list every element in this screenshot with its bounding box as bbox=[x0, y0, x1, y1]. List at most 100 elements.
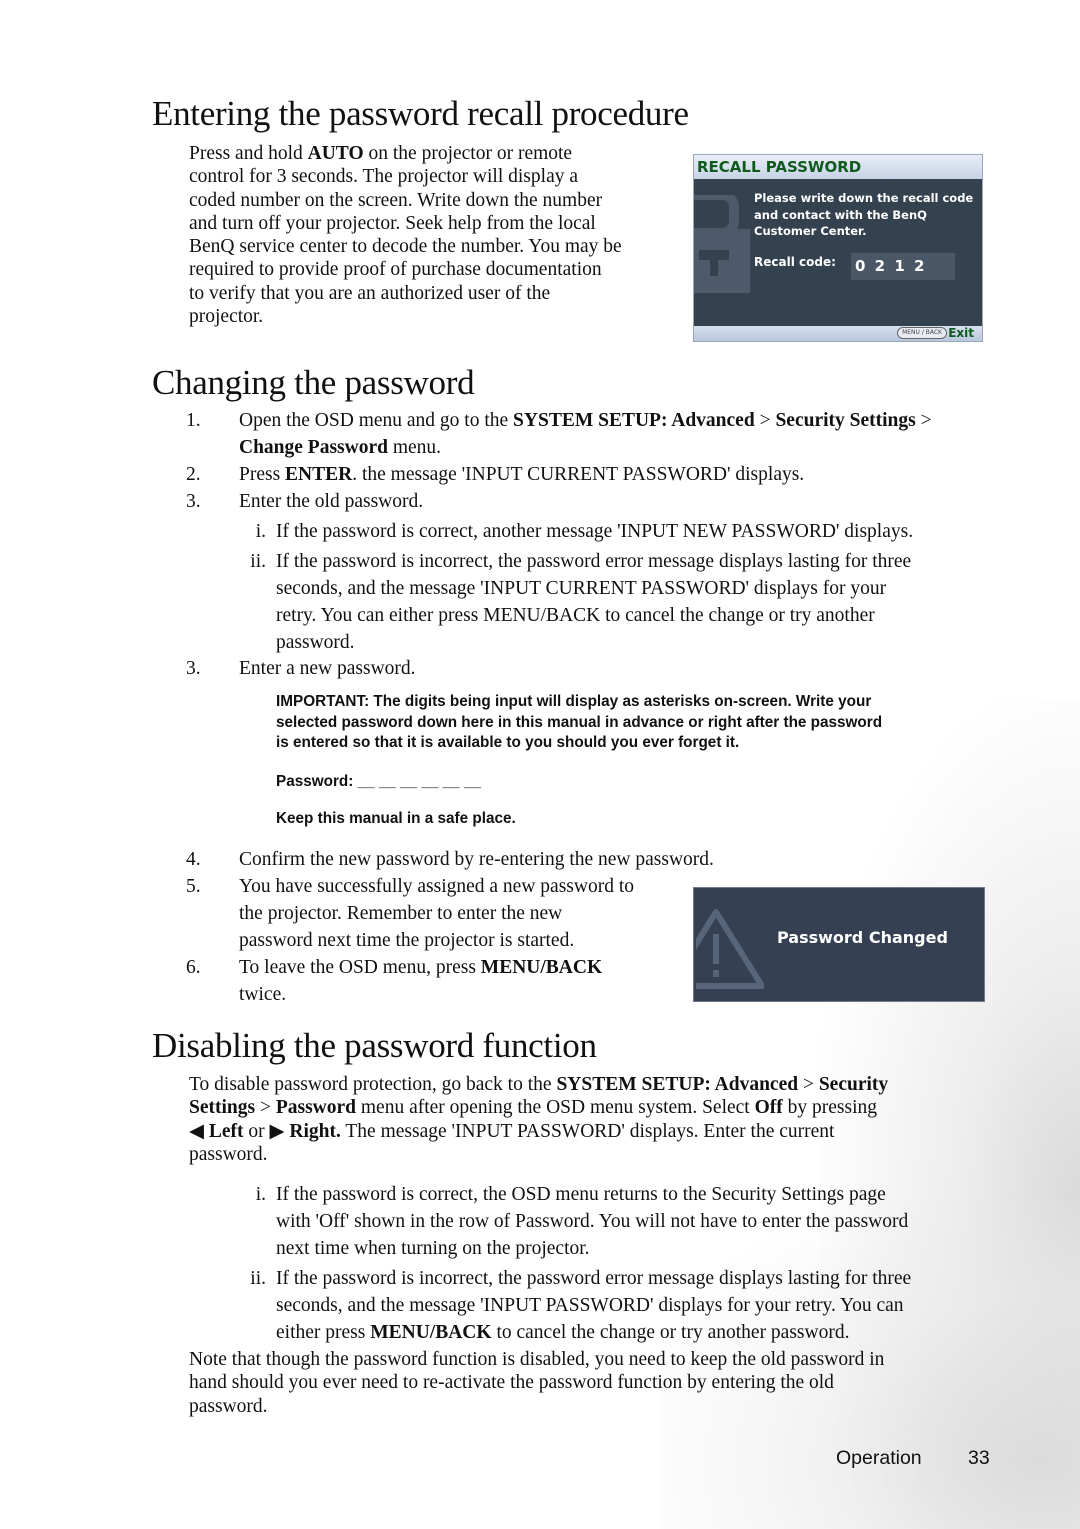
password-label: Password: bbox=[276, 772, 354, 790]
bold-term: AUTO bbox=[307, 143, 364, 164]
keep-manual-note: Keep this manual in a safe place. bbox=[276, 810, 516, 827]
step-number: 1. bbox=[186, 410, 201, 431]
list-item: 4. Confirm the new password by re-enterin… bbox=[186, 846, 786, 873]
page-number: 33 bbox=[968, 1447, 990, 1469]
footer-section-label: Operation bbox=[836, 1447, 922, 1469]
sub-list-item: ii. If the password is incorrect, the pas… bbox=[238, 1265, 998, 1346]
bold-term: Password bbox=[275, 1097, 357, 1119]
text-line: password. bbox=[189, 1143, 268, 1165]
text-line: Press and hold AUTO on the projector or … bbox=[189, 143, 573, 164]
recall-code-label: Recall code: bbox=[754, 255, 836, 269]
text-line: BenQ service center to decode the number… bbox=[189, 236, 622, 258]
sub-step-number: ii. bbox=[250, 551, 266, 572]
sub-step-text: If the password is incorrect, the passwo… bbox=[276, 1265, 998, 1346]
text-line: control for 3 seconds. The projector wil… bbox=[189, 166, 579, 188]
list-item: 3. Enter the old password. bbox=[186, 488, 996, 515]
password-blanks: __ __ __ __ __ __ bbox=[357, 772, 481, 790]
step-number: 3. bbox=[186, 491, 201, 512]
sub-list-item: i. If the password is correct, the OSD me… bbox=[238, 1181, 998, 1262]
bold-term: SYSTEM SETUP: Advanced bbox=[513, 410, 755, 431]
step-text: Open the OSD menu and go to the SYSTEM S… bbox=[239, 407, 996, 461]
osd-message-line: and contact with the BenQ bbox=[754, 207, 927, 222]
text-line: with 'Off' shown in the row of Password.… bbox=[276, 1211, 909, 1232]
bold-term: Off bbox=[754, 1097, 783, 1119]
lock-icon bbox=[694, 195, 750, 293]
text-line: hand should you ever need to re-activate… bbox=[189, 1372, 834, 1394]
text-line: Confirm the new password by re-entering … bbox=[239, 849, 714, 870]
osd-message-line: Customer Center. bbox=[754, 224, 867, 238]
osd-message-line: Please write down the recall code bbox=[754, 191, 974, 205]
important-note: IMPORTANT: The digits being input will d… bbox=[276, 692, 996, 830]
important-line: selected password down here in this manu… bbox=[276, 713, 883, 731]
warning-triangle-icon bbox=[696, 909, 764, 989]
disable-note: Note that though the password function i… bbox=[189, 1348, 884, 1418]
text-line: Press ENTER. the message 'INPUT CURRENT … bbox=[239, 464, 805, 485]
recall-code-value: 0 2 1 2 bbox=[851, 253, 955, 280]
text-line: To disable password protection, go back … bbox=[189, 1074, 889, 1095]
recall-paragraph: Press and hold AUTO on the projector or … bbox=[189, 142, 622, 328]
text-line: seconds, and the message 'INPUT CURRENT … bbox=[276, 578, 887, 599]
bold-term: ENTER bbox=[285, 464, 353, 485]
important-line: IMPORTANT: The digits being input will d… bbox=[276, 693, 872, 710]
bold-term: SYSTEM SETUP: Advanced bbox=[556, 1074, 799, 1095]
step-text: Enter a new password. bbox=[239, 658, 416, 679]
bold-term: MENU/BACK bbox=[480, 957, 603, 978]
bold-term: MENU/BACK bbox=[370, 1322, 492, 1343]
section-title-recall: Entering the password recall procedure bbox=[152, 94, 689, 133]
step-number: 4. bbox=[186, 849, 201, 870]
bold-term: Settings bbox=[189, 1097, 256, 1119]
sub-list-item: ii. If the password is incorrect, the pas… bbox=[238, 548, 998, 656]
section-title-disable: Disabling the password function bbox=[152, 1026, 597, 1065]
menu-back-key-icon: MENU / BACK bbox=[897, 327, 947, 339]
list-item: 2. Press ENTER. the message 'INPUT CURREN… bbox=[186, 461, 996, 488]
step-number: 3. bbox=[186, 658, 201, 679]
list-item: 1. Open the OSD menu and go to the SYSTEM… bbox=[186, 407, 996, 461]
text-line: If the password is correct, the OSD menu… bbox=[276, 1184, 886, 1205]
password-write-line: Password: __ __ __ __ __ __ bbox=[276, 772, 996, 793]
change-steps: 1. Open the OSD menu and go to the SYSTEM… bbox=[186, 407, 996, 515]
change-substeps: i. If the password is correct, another me… bbox=[238, 518, 998, 659]
sub-step-text: If the password is correct, the OSD menu… bbox=[276, 1181, 998, 1262]
text-line: Change Password menu. bbox=[239, 437, 442, 458]
osd-header: RECALL PASSWORD bbox=[694, 155, 982, 179]
step-number: 2. bbox=[186, 464, 201, 485]
step-text: Confirm the new password by re-entering … bbox=[239, 846, 786, 873]
text-line: password. bbox=[276, 632, 355, 653]
sub-step-number: i. bbox=[255, 521, 266, 542]
osd-message: Please write down the recall code and co… bbox=[754, 190, 982, 240]
disable-intro: To disable password protection, go back … bbox=[189, 1073, 888, 1166]
osd-password-changed-dialog: Password Changed bbox=[693, 887, 985, 1002]
osd-footer: MENU / BACK Exit bbox=[694, 326, 982, 341]
disable-substeps: i. If the password is correct, the OSD me… bbox=[238, 1181, 998, 1349]
text-line: coded number on the screen. Write down t… bbox=[189, 189, 603, 211]
text-line: either press MENU/BACK to cancel the cha… bbox=[276, 1322, 850, 1343]
text-line: If the password is incorrect, the passwo… bbox=[276, 551, 912, 572]
sub-list-item: i. If the password is correct, another me… bbox=[238, 518, 998, 545]
text-line: Settings > Password menu after opening t… bbox=[189, 1097, 878, 1119]
sub-step-number: i. bbox=[255, 1184, 266, 1205]
step-text: Press ENTER. the message 'INPUT CURRENT … bbox=[239, 461, 996, 488]
text-line: password. bbox=[189, 1395, 268, 1417]
sub-step-text: If the password is correct, another mess… bbox=[276, 518, 998, 545]
text-line: seconds, and the message 'INPUT PASSWORD… bbox=[276, 1295, 904, 1316]
text-line: next time when turning on the projector. bbox=[276, 1238, 590, 1259]
text-line: If the password is correct, another mess… bbox=[276, 521, 914, 542]
text-line: to verify that you are an authorized use… bbox=[189, 282, 551, 304]
bold-term: ▶ Right. bbox=[269, 1120, 341, 1142]
osd-exit-label: Exit bbox=[948, 326, 974, 340]
change-step-3b: 3. Enter a new password. bbox=[186, 655, 686, 682]
text-line: required to provide proof of purchase do… bbox=[189, 259, 602, 281]
step-number: 5. bbox=[186, 876, 201, 897]
text-line: If the password is incorrect, the passwo… bbox=[276, 1268, 912, 1289]
text-line: and turn off your projector. Seek help f… bbox=[189, 212, 596, 234]
text-line: Open the OSD menu and go to the SYSTEM S… bbox=[239, 410, 932, 431]
step-number: 6. bbox=[186, 957, 201, 978]
step-text: Enter the old password. bbox=[239, 488, 996, 515]
text-line: ◀ Left or ▶ Right. The message 'INPUT PA… bbox=[189, 1120, 835, 1142]
bold-term: ◀ Left bbox=[189, 1120, 244, 1142]
sub-step-number: ii. bbox=[250, 1268, 266, 1289]
text-line: Enter the old password. bbox=[239, 491, 424, 512]
sub-step-text: If the password is incorrect, the passwo… bbox=[276, 548, 998, 656]
section-title-change: Changing the password bbox=[152, 363, 475, 402]
important-line: is entered so that it is available to yo… bbox=[276, 734, 740, 751]
